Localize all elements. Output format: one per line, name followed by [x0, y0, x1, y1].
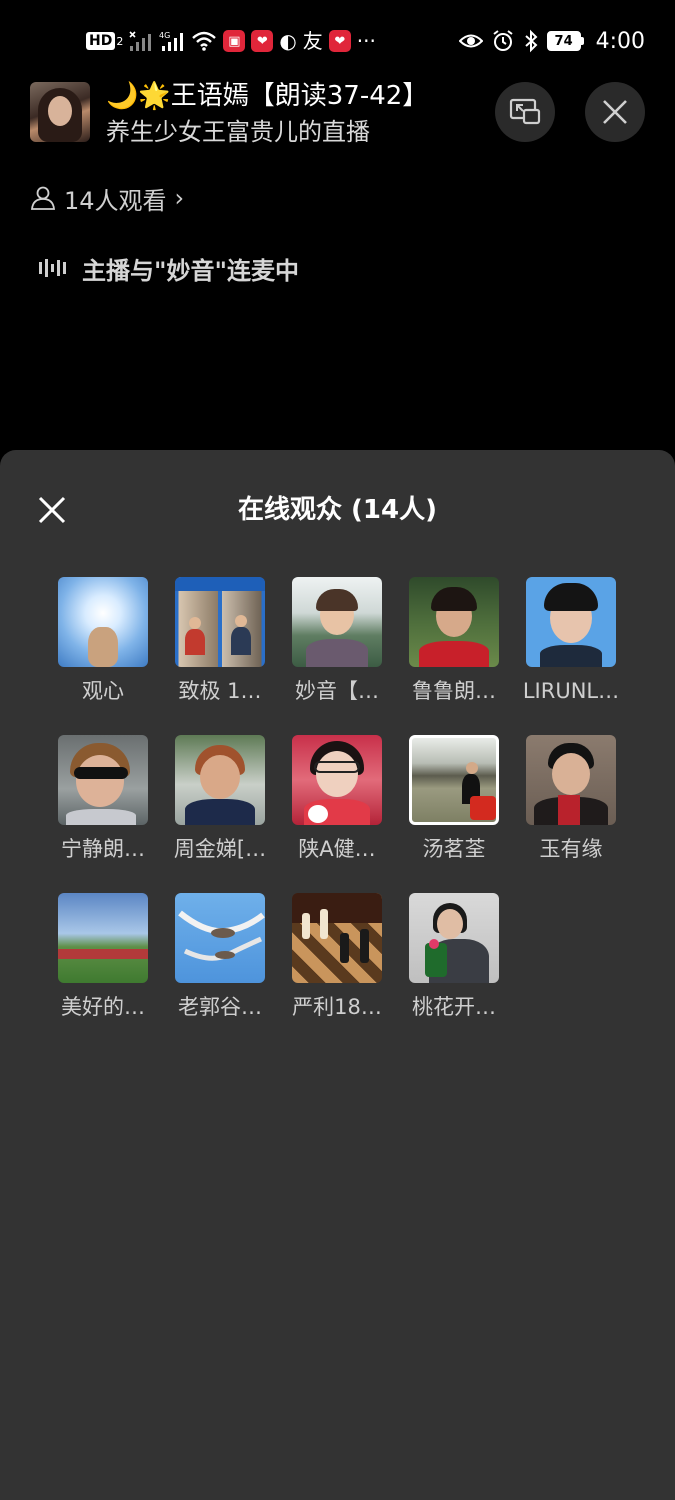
globe-app-icon: ◐	[279, 29, 297, 53]
host-subtitle: 养生少女王富贵儿的直播	[106, 118, 370, 146]
pip-icon	[509, 98, 541, 125]
status-left: HD 2 4G ▣ ❤ ◐ 友 ❤ ···	[86, 28, 376, 54]
audience-avatar	[526, 735, 616, 825]
audience-name: 致极 1…	[178, 679, 262, 703]
bluetooth-icon	[523, 29, 539, 53]
signal-icon	[129, 29, 153, 53]
close-live-button[interactable]	[585, 82, 645, 142]
viewer-count-button[interactable]: 14人观看 ›	[30, 180, 184, 216]
hd-icon: HD 2	[86, 29, 123, 53]
audience-item[interactable]: 妙音【…	[292, 577, 382, 705]
audience-avatar	[292, 893, 382, 983]
audience-avatar	[409, 893, 499, 983]
app-heart-icon-2: ❤	[328, 30, 351, 52]
audience-avatar	[58, 735, 148, 825]
audience-item[interactable]: 桃花开…	[409, 893, 499, 1021]
audience-avatar	[409, 735, 499, 825]
status-right: 74 4:00	[458, 28, 645, 54]
audience-item[interactable]: 观心	[58, 577, 148, 705]
audience-item[interactable]: 宁静朗…	[58, 735, 148, 863]
audience-item[interactable]: 致极 1…	[175, 577, 265, 705]
audience-item[interactable]: 美好的…	[58, 893, 148, 1021]
you-app-icon: 友	[302, 29, 323, 53]
audience-item[interactable]: 玉有缘	[526, 735, 616, 863]
audience-name: 玉有缘	[539, 837, 603, 861]
audience-name: LIRUNL…	[522, 679, 620, 703]
audience-avatar	[292, 735, 382, 825]
clock: 4:00	[595, 28, 645, 54]
status-bar: HD 2 4G ▣ ❤ ◐ 友 ❤ ··· 74 4:00	[0, 0, 675, 82]
audience-name: 周金娣[…	[173, 837, 267, 861]
wifi-icon	[191, 29, 217, 53]
audience-avatar	[526, 577, 616, 667]
audience-item[interactable]: 陕A健…	[292, 735, 382, 863]
audience-item[interactable]: 严利18…	[292, 893, 382, 1021]
audience-name: 桃花开…	[412, 995, 496, 1019]
audience-item[interactable]: 老郭谷…	[175, 893, 265, 1021]
person-icon	[31, 186, 55, 210]
signal-4g-icon: 4G	[159, 29, 185, 53]
audience-name: 严利18…	[292, 995, 382, 1019]
host-avatar[interactable]	[30, 82, 90, 142]
audience-item[interactable]: 鲁鲁朗…	[409, 577, 499, 705]
audience-avatar	[175, 577, 265, 667]
audio-wave-icon	[39, 259, 66, 277]
audience-name: 汤茗荃	[422, 837, 486, 861]
audience-avatar	[175, 893, 265, 983]
close-icon	[603, 100, 627, 124]
audience-avatar	[58, 577, 148, 667]
audience-avatar	[292, 577, 382, 667]
audience-item[interactable]: 周金娣[…	[174, 735, 266, 863]
battery-level: 74	[546, 31, 581, 51]
hd-label: HD	[86, 32, 116, 50]
audience-name: 观心	[82, 679, 124, 703]
picture-in-picture-button[interactable]	[495, 82, 555, 142]
battery-icon: 74	[546, 31, 584, 51]
audience-avatar	[58, 893, 148, 983]
link-mic-label: 主播与"妙音"连麦中	[82, 256, 300, 285]
link-mic-status: 主播与"妙音"连麦中	[38, 250, 299, 286]
audience-name: 鲁鲁朗…	[412, 679, 496, 703]
audience-name: 老郭谷…	[178, 995, 262, 1019]
app-heart-icon: ❤	[251, 30, 274, 52]
more-notifications-icon: ···	[356, 29, 376, 53]
app-notification-icon: ▣	[223, 30, 246, 52]
audience-name: 美好的…	[61, 995, 145, 1019]
svg-text:4G: 4G	[159, 31, 170, 40]
chevron-right-icon: ›	[174, 184, 185, 212]
audience-name: 宁静朗…	[61, 837, 145, 861]
hd-sub: 2	[116, 34, 124, 48]
viewer-count-label: 14人观看	[64, 186, 167, 215]
sheet-title: 在线观众 (14人)	[238, 495, 437, 525]
alarm-icon	[491, 29, 515, 53]
online-audience-sheet: 在线观众 (14人) 观心 致极 1… 妙音【… 鲁鲁朗… LIRUNL… 宁静…	[0, 450, 675, 1500]
audience-item[interactable]: 汤茗荃	[409, 735, 499, 863]
audience-name: 陕A健…	[298, 837, 376, 861]
eye-icon	[458, 29, 483, 53]
audience-avatar	[175, 735, 265, 825]
host-title[interactable]: 🌙🌟王语嫣【朗读37-42】	[106, 80, 428, 112]
audience-name: 妙音【…	[295, 679, 379, 703]
audience-avatar	[409, 577, 499, 667]
audience-item[interactable]: LIRUNL…	[523, 577, 619, 705]
